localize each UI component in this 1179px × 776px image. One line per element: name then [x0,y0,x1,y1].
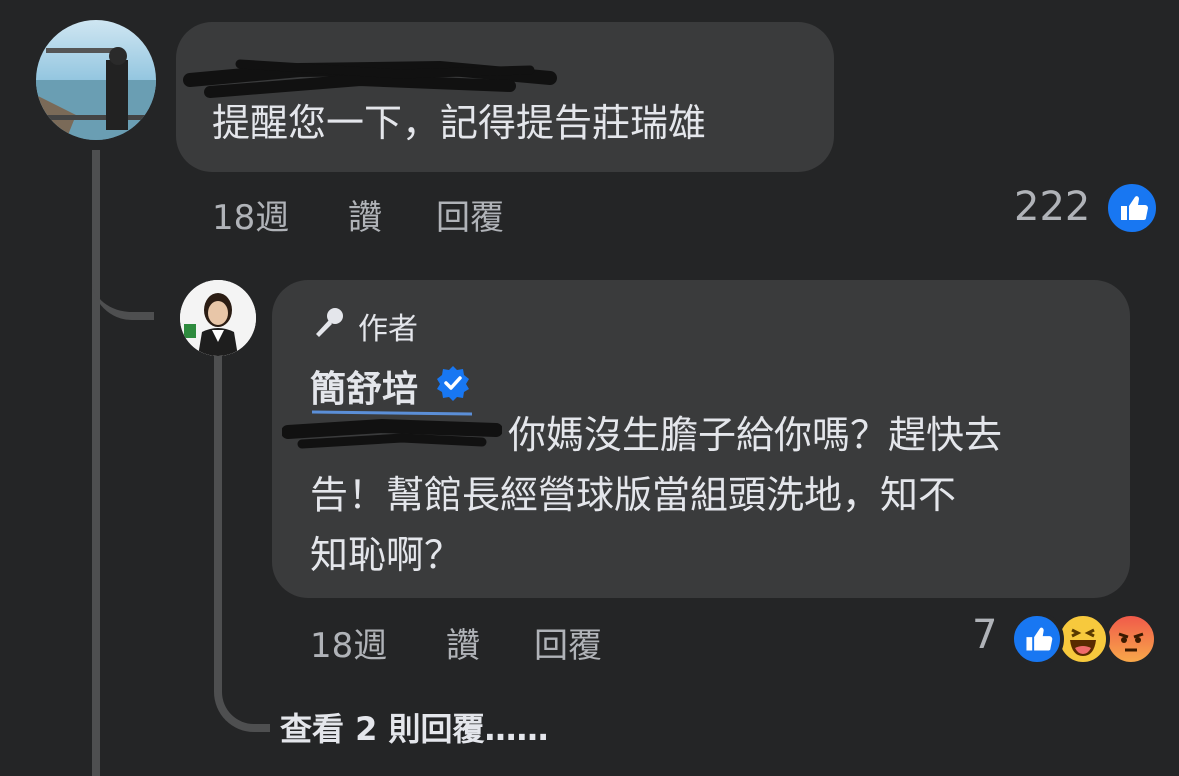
reply-text-line-1: 你媽沒生膽子給你嗎？趕快去 [508,413,1003,457]
author-badge-label: 作者 [358,312,418,347]
reply-text-line-3: 知恥啊？ [310,533,463,577]
reply-time[interactable]: 18週 [310,618,387,667]
reply-like-icon[interactable] [1010,612,1064,666]
reply-reply-button[interactable]: 回覆 [534,618,602,667]
comment-thread: 提醒您一下，記得提告莊瑞雄 18週 讚 回覆 222 作者 簡舒培 你媽沒生膽子… [0,0,1179,776]
thread-connector-more [214,660,270,732]
redacted-mention [282,410,502,449]
comment-actions: 18週 讚 回覆 [212,190,612,238]
reply-button[interactable]: 回覆 [436,190,504,239]
reply-reaction-count[interactable]: 7 [972,612,997,658]
reply-text-line-2: 告！幫館長經營球版當組頭洗地，知不 [310,473,957,517]
reaction-count[interactable]: 222 [1014,184,1090,230]
verified-badge-icon [437,366,469,401]
author-avatar[interactable] [180,280,256,356]
thread-line-reply [214,352,222,682]
like-button[interactable]: 讚 [348,190,382,239]
view-more-replies-link[interactable]: 查看 2 則回覆…… [280,704,549,750]
microphone-icon [316,308,343,337]
reply-like-button[interactable]: 讚 [446,618,480,667]
comment-time[interactable]: 18週 [212,190,289,239]
reply-actions: 18週 讚 回覆 [310,618,710,666]
comment-bubble: 提醒您一下，記得提告莊瑞雄 [176,22,834,172]
commenter-avatar[interactable] [36,20,156,140]
haha-icon[interactable] [1056,612,1110,666]
angry-icon[interactable] [1104,612,1158,666]
like-icon[interactable] [1104,180,1160,236]
thread-connector-reply [92,240,154,320]
reply-bubble: 作者 簡舒培 你媽沒生膽子給你嗎？趕快去 告！幫館長經營球版當組頭洗地，知不 知… [272,280,1130,598]
comment-text: 提醒您一下，記得提告莊瑞雄 [212,101,707,145]
